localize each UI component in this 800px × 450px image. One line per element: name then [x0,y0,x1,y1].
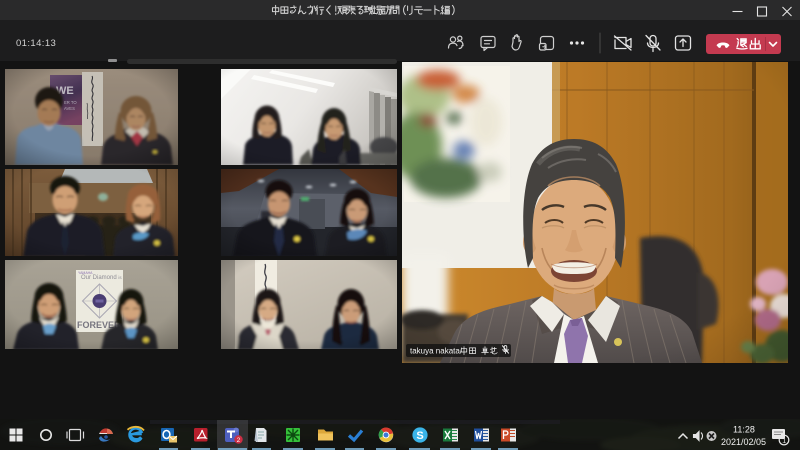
svg-text:1: 1 [782,438,786,445]
svg-text:takuya nakata/: takuya nakata/ [410,346,463,355]
svg-text:11:28: 11:28 [733,425,755,435]
svg-text:2021/02/05: 2021/02/05 [721,437,766,447]
svg-text:S: S [416,430,423,442]
svg-text:2: 2 [237,437,241,444]
